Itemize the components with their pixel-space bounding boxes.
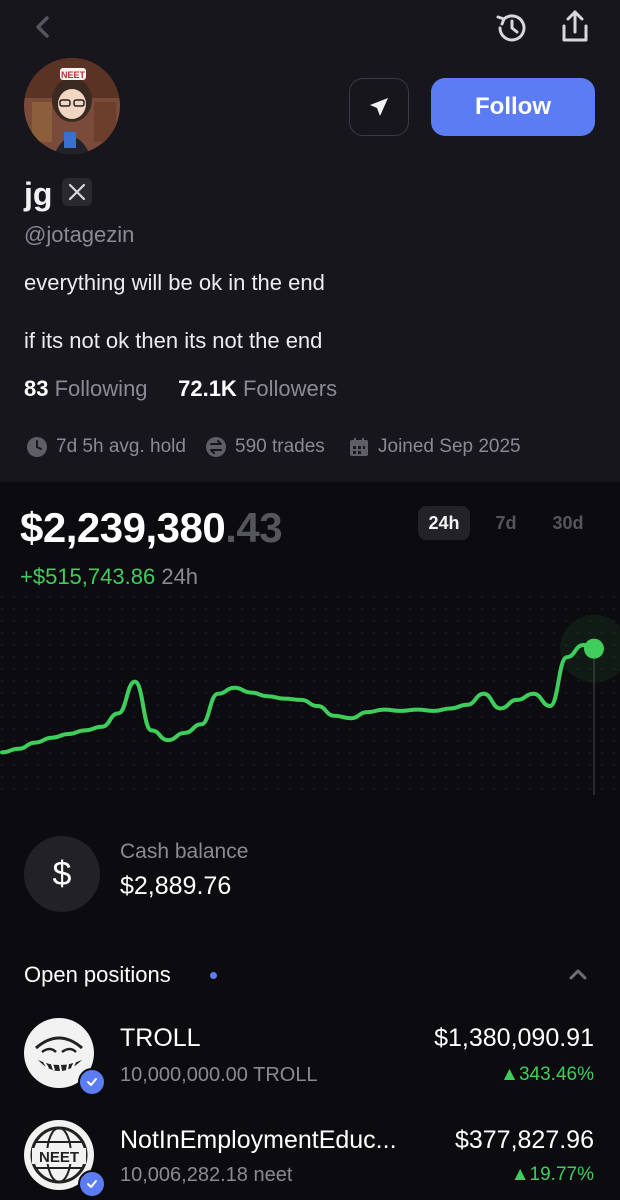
- timeframe-7d[interactable]: 7d: [484, 506, 528, 540]
- profile-header: NEET Follow jg @jotagezin everything wil…: [0, 0, 620, 482]
- share-icon[interactable]: [556, 8, 594, 46]
- bio-line-2: if its not ok then its not the end: [24, 328, 323, 353]
- trades-stat: 590 trades: [205, 436, 325, 458]
- followers-link[interactable]: 72.1K Followers: [178, 376, 337, 401]
- svg-text:NEET: NEET: [39, 1149, 79, 1166]
- avatar-badge-text: NEET: [61, 70, 86, 80]
- portfolio-chart[interactable]: [0, 595, 620, 795]
- position-change-value: 19.77%: [529, 1164, 594, 1185]
- position-amount: 10,000,000.00 TROLL: [120, 1064, 318, 1086]
- follow-button[interactable]: Follow: [431, 78, 595, 136]
- portfolio-change: +$515,743.86 24h: [20, 564, 198, 590]
- calendar-icon: [350, 438, 368, 456]
- joined-text: Joined Sep 2025: [378, 436, 521, 457]
- timeframe-30d[interactable]: 30d: [540, 506, 596, 540]
- verified-badge-icon: [78, 1068, 106, 1096]
- avg-hold-stat: 7d 5h avg. hold: [26, 436, 186, 458]
- troll-face-icon: [24, 1018, 106, 1096]
- change-period: 24h: [161, 564, 199, 589]
- verified-badge-icon: [78, 1170, 106, 1198]
- avg-hold-text: 7d 5h avg. hold: [56, 436, 186, 457]
- position-value: $1,380,090.91: [434, 1024, 594, 1052]
- x-link-badge[interactable]: [62, 178, 92, 206]
- profile-handle: @jotagezin: [24, 222, 135, 247]
- back-chevron-icon[interactable]: [30, 12, 56, 42]
- chevron-up-icon[interactable]: [566, 962, 590, 986]
- position-change-value: 343.46%: [518, 1064, 594, 1085]
- position-value: $377,827.96: [454, 1126, 594, 1154]
- neet-globe-icon: NEET: [24, 1120, 106, 1198]
- joined-stat: Joined Sep 2025: [348, 436, 521, 458]
- cash-balance-value: $2,889.76: [120, 872, 232, 900]
- history-icon[interactable]: [494, 10, 530, 46]
- position-name: TROLL: [120, 1024, 201, 1052]
- following-link[interactable]: 83 Following: [24, 376, 148, 401]
- open-positions-title: Open positions: [24, 962, 171, 987]
- followers-count: 72.1K: [178, 376, 237, 401]
- profile-name: jg: [24, 176, 53, 212]
- avatar[interactable]: NEET: [24, 58, 120, 154]
- cash-balance-label: Cash balance: [120, 840, 249, 863]
- send-message-button[interactable]: [349, 78, 409, 136]
- portfolio-value-decimals: .43: [225, 504, 283, 551]
- following-label: Following: [54, 376, 148, 401]
- position-name: NotInEmploymentEduc...: [120, 1126, 397, 1154]
- portfolio-value-main: $2,239,380: [20, 504, 226, 551]
- position-amount: 10,006,282.18 neet: [120, 1164, 293, 1186]
- up-arrow-icon: ▲: [500, 1064, 519, 1085]
- up-arrow-icon: ▲: [510, 1164, 530, 1185]
- position-change: ▲343.46%: [500, 1064, 594, 1086]
- followers-label: Followers: [242, 376, 338, 401]
- portfolio-value: $2,239,380.43: [20, 504, 283, 552]
- clock-icon: [27, 437, 47, 457]
- x-logo-icon: [68, 183, 86, 201]
- paper-plane-icon: [370, 98, 388, 116]
- follow-stats: 83 Following 72.1K Followers: [24, 376, 337, 402]
- swap-icon: [206, 437, 226, 457]
- dollar-icon: $: [24, 836, 100, 912]
- change-amount: +$515,743.86: [20, 564, 156, 589]
- bio-line-1: everything will be ok in the end: [24, 270, 325, 295]
- current-point: [584, 638, 604, 659]
- following-count: 83: [24, 376, 49, 401]
- trades-text: 590 trades: [235, 436, 325, 457]
- timeframe-24h[interactable]: 24h: [418, 506, 470, 540]
- position-change: ▲19.77%: [511, 1164, 594, 1186]
- positions-indicator-dot: [210, 972, 217, 979]
